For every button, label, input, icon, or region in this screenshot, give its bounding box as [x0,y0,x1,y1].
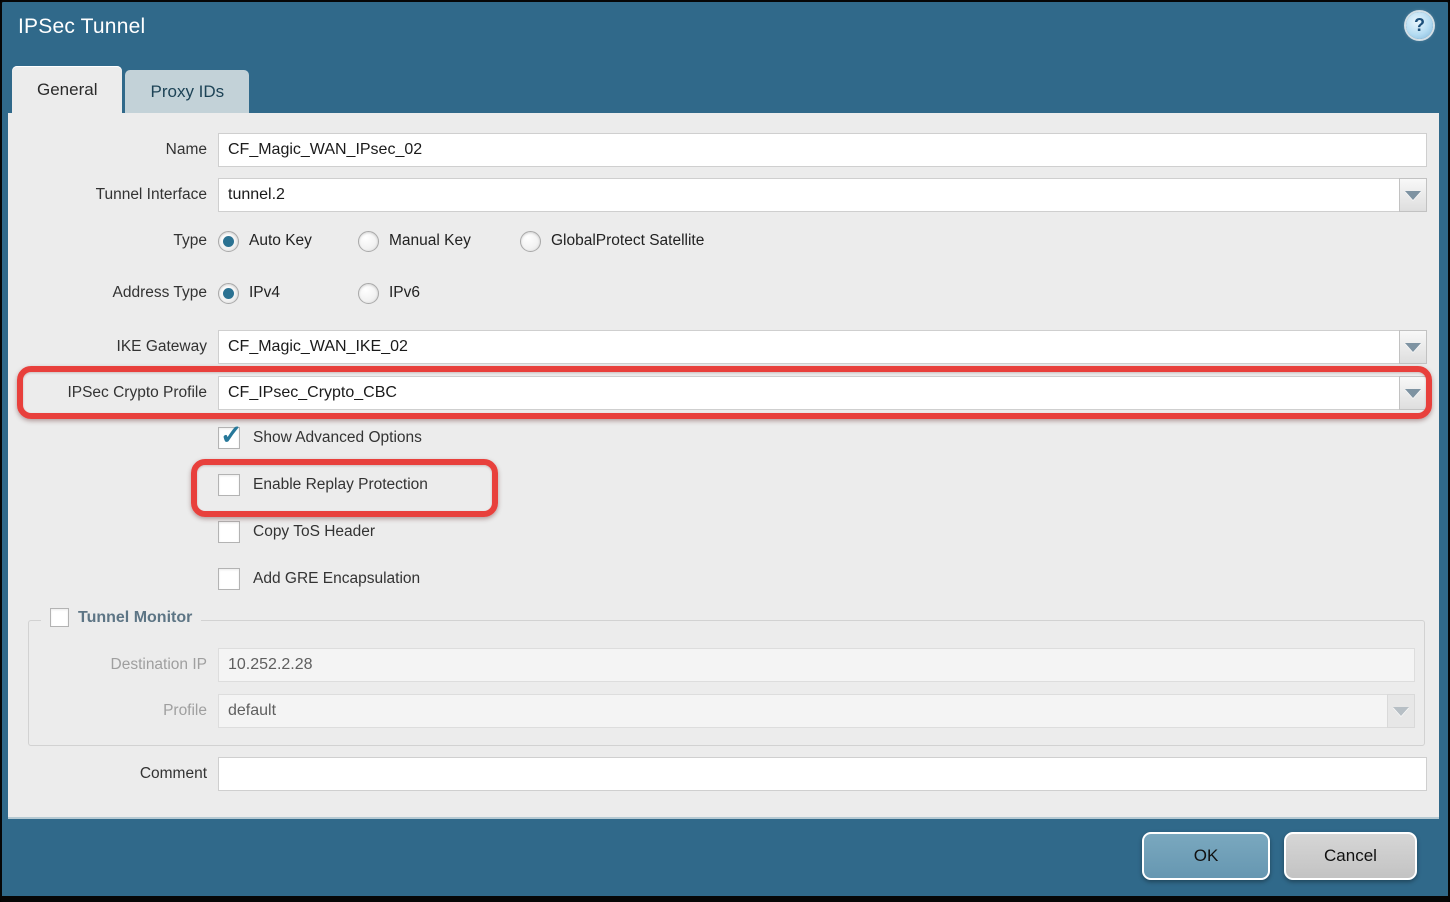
chevron-down-icon [1405,343,1421,352]
radio-globalprotect-satellite-label: GlobalProtect Satellite [551,232,704,250]
tunnel-interface-dropdown-button[interactable] [1399,178,1427,212]
help-icon[interactable]: ? [1406,12,1433,39]
ike-gateway-input[interactable] [218,330,1400,364]
checkbox-show-advanced-options[interactable]: Show Advanced Options [218,427,422,449]
name-row: Name [8,133,1427,167]
radio-auto-key[interactable] [218,231,239,252]
destination-ip-label: Destination IP [8,656,218,674]
tunnel-interface-label: Tunnel Interface [8,186,218,204]
tunnel-interface-row: Tunnel Interface [8,178,1427,212]
profile-row: Profile [8,694,1415,728]
copy-tos-header-label: Copy ToS Header [253,523,375,541]
ipsec-crypto-profile-row: IPSec Crypto Profile [8,376,1427,410]
general-tab-panel: Name Tunnel Interface Type Auto Key Manu… [8,113,1439,819]
destination-ip-row: Destination IP [8,648,1415,682]
chevron-down-icon [1393,707,1409,716]
tab-bar: General Proxy IDs [12,66,249,113]
tab-general-label: General [37,80,97,100]
ok-button[interactable]: OK [1142,832,1270,880]
type-option-auto-key[interactable]: Auto Key [218,231,358,252]
radio-manual-key[interactable] [358,231,379,252]
enable-replay-protection-checkbox[interactable] [218,474,240,496]
ike-gateway-row: IKE Gateway [8,330,1427,364]
type-label: Type [8,232,218,250]
cancel-button[interactable]: Cancel [1284,832,1417,880]
ipsec-crypto-profile-input[interactable] [218,376,1400,410]
chevron-down-icon [1405,389,1421,398]
address-type-row: Address Type IPv4 IPv6 [8,279,1427,307]
enable-replay-protection-label: Enable Replay Protection [253,476,428,494]
add-gre-encapsulation-label: Add GRE Encapsulation [253,570,420,588]
comment-label: Comment [8,765,218,783]
type-row: Type Auto Key Manual Key GlobalProtect S… [8,227,1427,255]
radio-auto-key-label: Auto Key [249,232,312,250]
tunnel-monitor-label: Tunnel Monitor [78,609,192,627]
ipsec-crypto-profile-label: IPSec Crypto Profile [8,384,218,402]
tab-proxy-ids-label: Proxy IDs [150,82,224,102]
ike-gateway-label: IKE Gateway [8,338,218,356]
radio-globalprotect-satellite[interactable] [520,231,541,252]
radio-ipv6[interactable] [358,283,379,304]
type-option-manual-key[interactable]: Manual Key [358,231,520,252]
checkbox-enable-replay-protection[interactable]: Enable Replay Protection [218,474,428,496]
copy-tos-header-checkbox[interactable] [218,521,240,543]
add-gre-encapsulation-checkbox[interactable] [218,568,240,590]
ike-gateway-dropdown-button[interactable] [1399,330,1427,364]
tunnel-monitor-checkbox[interactable] [50,608,69,627]
radio-manual-key-label: Manual Key [389,232,471,250]
checkbox-add-gre-encapsulation[interactable]: Add GRE Encapsulation [218,568,420,590]
chevron-down-icon [1405,191,1421,200]
ipsec-crypto-profile-dropdown-button[interactable] [1399,376,1427,410]
tab-general[interactable]: General [12,66,122,113]
radio-ipv6-label: IPv6 [389,284,420,302]
name-label: Name [8,141,218,159]
profile-dropdown-button [1387,694,1415,728]
profile-label: Profile [8,702,218,720]
ipsec-tunnel-dialog: IPSec Tunnel ? General Proxy IDs Name Tu… [0,0,1450,902]
tunnel-monitor-toggle[interactable]: Tunnel Monitor [41,608,201,627]
profile-input [218,694,1388,728]
type-option-globalprotect-satellite[interactable]: GlobalProtect Satellite [520,231,704,252]
comment-input[interactable] [218,757,1427,791]
destination-ip-input [218,648,1415,682]
tunnel-interface-input[interactable] [218,178,1400,212]
address-type-option-ipv4[interactable]: IPv4 [218,283,358,304]
address-type-label: Address Type [8,284,218,302]
dialog-title: IPSec Tunnel [18,15,145,39]
show-advanced-options-label: Show Advanced Options [253,429,422,447]
show-advanced-options-checkbox[interactable] [218,427,240,449]
tab-proxy-ids[interactable]: Proxy IDs [125,70,249,113]
address-type-option-ipv6[interactable]: IPv6 [358,283,420,304]
name-input[interactable] [218,133,1427,167]
radio-ipv4[interactable] [218,283,239,304]
radio-ipv4-label: IPv4 [249,284,280,302]
comment-row: Comment [8,757,1427,791]
help-glyph: ? [1414,15,1425,36]
checkbox-copy-tos-header[interactable]: Copy ToS Header [218,521,375,543]
